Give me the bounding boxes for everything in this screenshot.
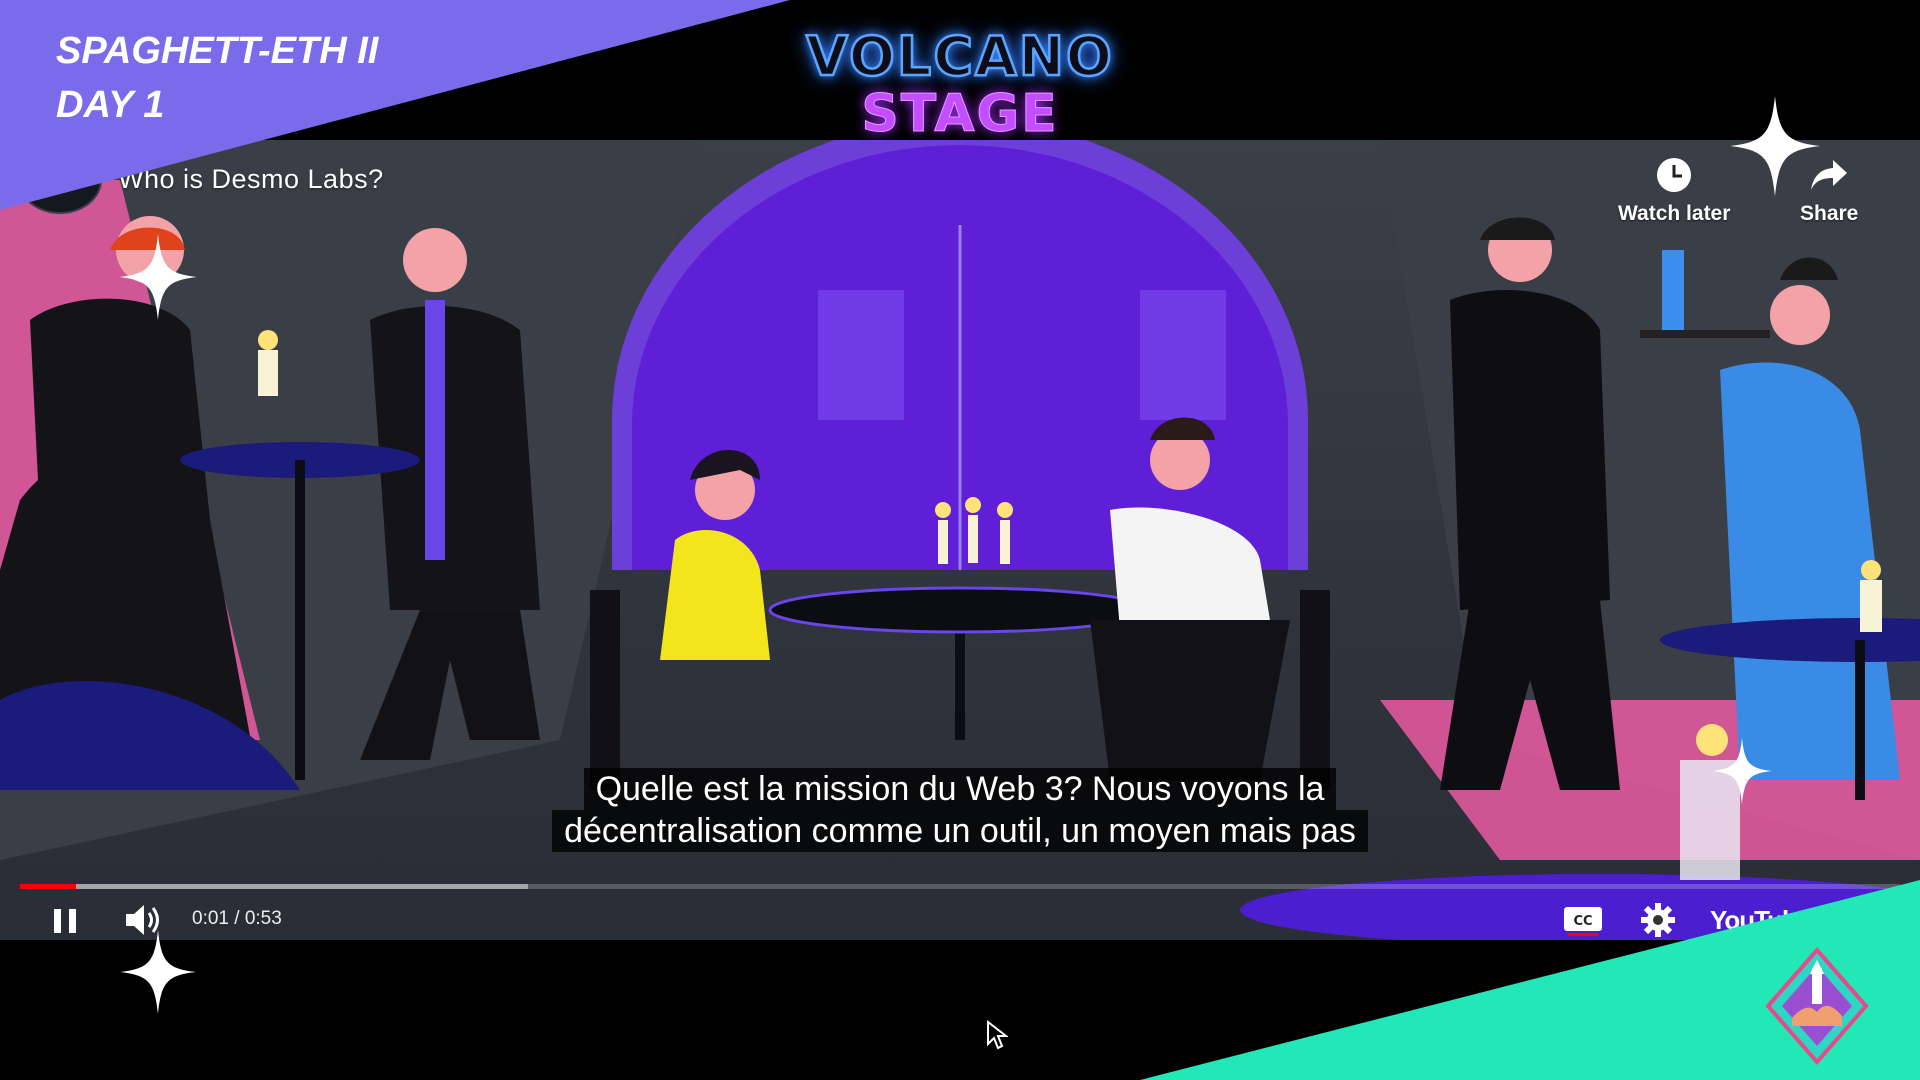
sparkle-icon bbox=[120, 930, 196, 1014]
clock-icon bbox=[1653, 154, 1695, 196]
subtitle-line-2: décentralisation comme un outil, un moye… bbox=[552, 810, 1368, 852]
video-player[interactable]: Who is Desmo Labs? Watch later Share Que… bbox=[0, 140, 1920, 940]
event-day: DAY 1 bbox=[56, 84, 165, 126]
time-display: 0:01 / 0:53 bbox=[192, 908, 282, 929]
stage-logo-line2: STAGE bbox=[861, 84, 1059, 144]
sparkle-icon bbox=[1730, 96, 1820, 196]
subtitle-line-1: Quelle est la mission du Web 3? Nous voy… bbox=[583, 768, 1337, 810]
mouse-cursor-icon bbox=[987, 1020, 1008, 1050]
watch-later-button[interactable]: Watch later bbox=[1618, 154, 1730, 226]
sparkle-icon bbox=[1712, 738, 1772, 804]
event-name: SPAGHETT-ETH II bbox=[56, 30, 379, 72]
subtitles: Quelle est la mission du Web 3? Nous voy… bbox=[0, 768, 1920, 852]
pause-icon bbox=[54, 909, 76, 933]
sparkle-icon bbox=[119, 234, 197, 320]
progress-played bbox=[20, 884, 77, 889]
stream-stage: Who is Desmo Labs? Watch later Share Que… bbox=[0, 0, 1920, 1080]
event-badge-logo bbox=[1765, 946, 1869, 1066]
pause-button[interactable] bbox=[48, 898, 82, 940]
stage-logo: VOLCANO STAGE bbox=[800, 25, 1120, 144]
stage-logo-line1: VOLCANO bbox=[805, 25, 1114, 88]
progress-buffered bbox=[20, 884, 528, 889]
share-label: Share bbox=[1800, 202, 1859, 225]
event-banner: SPAGHETT-ETH II DAY 1 bbox=[56, 24, 378, 132]
watch-later-label: Watch later bbox=[1618, 202, 1731, 225]
